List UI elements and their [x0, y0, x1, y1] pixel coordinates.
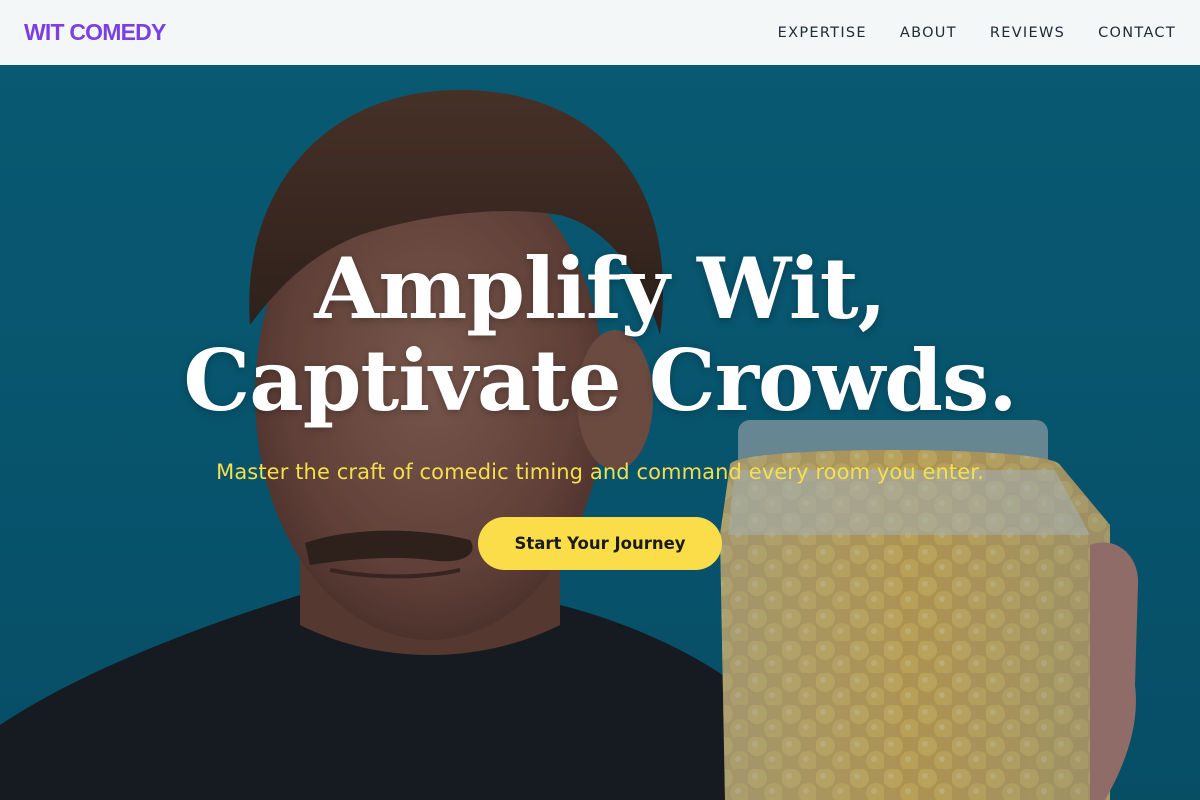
nav-link-about[interactable]: ABOUT [900, 25, 957, 41]
start-journey-button[interactable]: Start Your Journey [478, 517, 722, 570]
site-header: WIT COMEDY EXPERTISE ABOUT REVIEWS CONTA… [0, 0, 1200, 65]
hero-title-line-1: Amplify Wit, [314, 239, 887, 338]
main-nav: EXPERTISE ABOUT REVIEWS CONTACT [778, 25, 1176, 41]
hero-title-line-2: Captivate Crowds. [183, 331, 1017, 430]
nav-link-contact[interactable]: CONTACT [1098, 25, 1176, 41]
hero-subtitle: Master the craft of comedic timing and c… [216, 460, 984, 484]
brand-logo[interactable]: WIT COMEDY [24, 19, 166, 46]
landing-page: WIT COMEDY EXPERTISE ABOUT REVIEWS CONTA… [0, 0, 1200, 800]
hero-content: Amplify Wit, Captivate Crowds. Master th… [0, 65, 1200, 800]
nav-link-reviews[interactable]: REVIEWS [990, 25, 1065, 41]
hero-section: Amplify Wit, Captivate Crowds. Master th… [0, 65, 1200, 800]
nav-link-expertise[interactable]: EXPERTISE [778, 25, 867, 41]
hero-title: Amplify Wit, Captivate Crowds. [0, 243, 1200, 427]
